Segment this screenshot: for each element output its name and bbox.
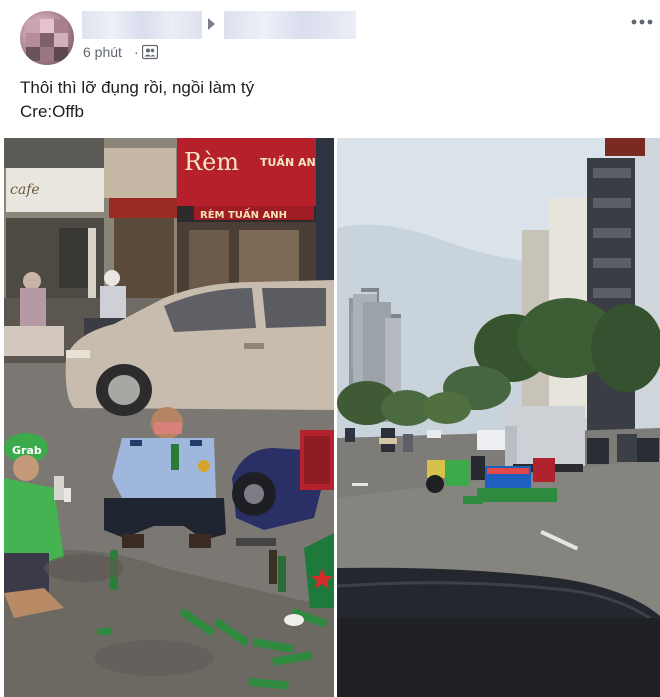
shop-sign-left: cafe <box>10 182 40 198</box>
shop-sign-main: Rèm <box>184 148 239 176</box>
more-horizontal-icon[interactable] <box>629 13 655 31</box>
caret-right-icon <box>208 18 215 30</box>
avatar[interactable] <box>20 11 74 65</box>
group-name-blurred[interactable] <box>224 11 356 39</box>
feed-post: 6 phút · Thôi thì lỡ đụng rồi, ngồi làm … <box>0 0 660 697</box>
post-header: 6 phút · <box>0 0 660 70</box>
accident-street-photo: cafe Rèm TUẤN ANH RÈM TUẤN ANH Grab <box>4 138 334 697</box>
post-photo-left[interactable]: cafe Rèm TUẤN ANH RÈM TUẤN ANH Grab <box>4 138 334 697</box>
post-text-line-1: Thôi thì lỡ đụng rồi, ngồi làm tý <box>20 78 255 97</box>
street-view-from-car-photo <box>337 138 660 697</box>
post-text-line-2: Cre:Offb <box>20 102 84 121</box>
separator-dot: · <box>134 44 139 60</box>
post-photo-right[interactable] <box>337 138 660 697</box>
post-timestamp[interactable]: 6 phút <box>83 43 122 61</box>
author-name-blurred[interactable] <box>82 11 202 39</box>
post-message: Thôi thì lỡ đụng rồi, ngồi làm tý Cre:Of… <box>20 76 254 124</box>
group-icon <box>142 44 158 60</box>
shop-sign-sub: TUẤN ANH <box>260 154 325 169</box>
